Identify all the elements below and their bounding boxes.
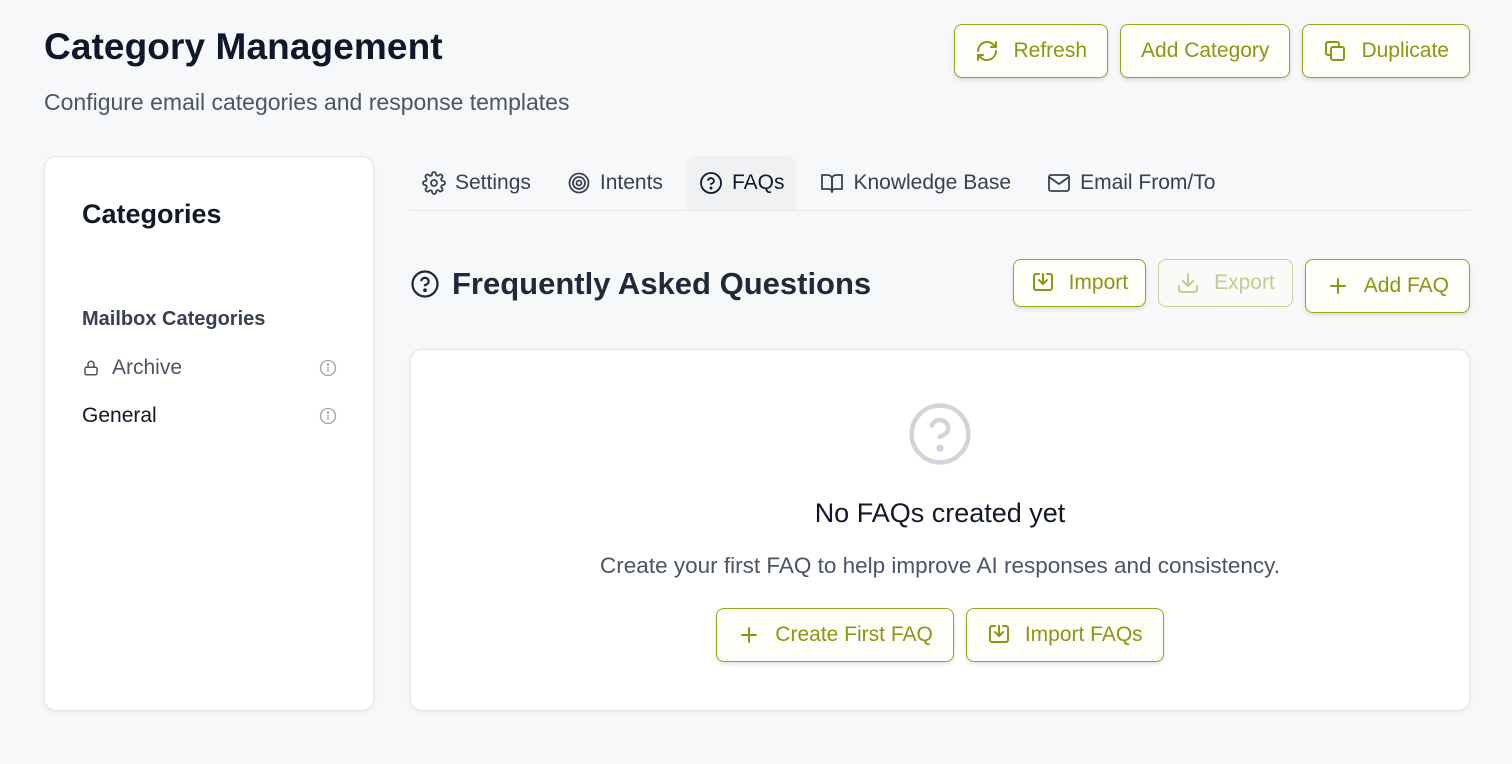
import-label: Import (1068, 271, 1129, 294)
tab-bar: Settings Intents FAQs Knowledge Base Ema… (410, 156, 1470, 211)
tab-label: Settings (455, 171, 531, 194)
add-category-label: Add Category (1141, 39, 1270, 62)
tab-faqs[interactable]: FAQs (686, 156, 797, 210)
duplicate-label: Duplicate (1361, 39, 1449, 62)
info-icon[interactable] (318, 358, 338, 378)
empty-state-title: No FAQs created yet (814, 498, 1066, 528)
plus-icon (741, 627, 758, 643)
import-icon (988, 625, 1009, 643)
create-first-faq-button[interactable]: Create First FAQ (716, 608, 954, 662)
sidebar-item-label: Archive (112, 356, 183, 379)
mailbox-categories-heading: Mailbox Categories (82, 308, 266, 330)
plus-icon (1329, 278, 1346, 294)
export-label: Export (1214, 271, 1275, 294)
lock-icon (84, 360, 98, 376)
sidebar-item-left: Archive (82, 356, 182, 380)
tab-knowledge-base[interactable]: Knowledge Base (808, 156, 1023, 210)
question-circle-icon (700, 172, 722, 194)
faq-actions: Import Export Add FAQ (1012, 259, 1470, 313)
refresh-icon (977, 41, 998, 61)
create-first-faq-label: Create First FAQ (775, 623, 933, 646)
export-button[interactable]: Export (1158, 259, 1293, 307)
info-icon[interactable] (318, 406, 338, 426)
tab-label: Intents (599, 171, 663, 194)
faq-section-title: Frequently Asked Questions (452, 266, 872, 301)
refresh-button[interactable]: Refresh (954, 24, 1109, 78)
question-circle-icon (909, 403, 971, 465)
add-faq-label: Add FAQ (1363, 274, 1449, 297)
refresh-label: Refresh (1013, 39, 1088, 62)
sidebar-item-label: General (82, 404, 157, 427)
faq-section-header: Frequently Asked Questions (410, 266, 871, 302)
add-faq-button[interactable]: Add FAQ (1304, 259, 1470, 313)
page-title: Category Management (44, 26, 443, 67)
faq-empty-state: No FAQs created yet Create your first FA… (410, 349, 1470, 711)
sidebar-item-general[interactable]: General (82, 400, 338, 432)
empty-state-actions: Create First FAQ Import FAQs (411, 608, 1469, 662)
download-icon (1178, 273, 1199, 293)
gear-icon (422, 171, 446, 195)
import-button[interactable]: Import (1012, 259, 1147, 307)
sidebar-item-left: General (82, 404, 157, 428)
header-actions: Refresh Add Category Duplicate (954, 24, 1470, 78)
tab-label: Email From/To (1080, 171, 1216, 194)
book-icon (821, 174, 844, 193)
mail-icon (1048, 174, 1070, 192)
target-icon (568, 172, 590, 194)
import-faqs-button[interactable]: Import FAQs (965, 608, 1164, 662)
tab-label: Knowledge Base (853, 171, 1012, 194)
question-circle-icon (411, 270, 439, 298)
tab-email-from-to[interactable]: Email From/To (1035, 156, 1227, 210)
add-category-button[interactable]: Add Category (1120, 24, 1291, 78)
category-management-page: Category Management Configure email cate… (0, 0, 1512, 764)
import-icon (1032, 273, 1053, 291)
tab-settings[interactable]: Settings (410, 156, 543, 210)
sidebar-item-archive[interactable]: Archive (82, 352, 338, 384)
tab-intents[interactable]: Intents (555, 156, 675, 210)
import-faqs-label: Import FAQs (1024, 623, 1143, 646)
duplicate-button[interactable]: Duplicate (1302, 24, 1470, 78)
copy-icon (1325, 41, 1346, 61)
categories-sidebar: Categories Mailbox Categories Archive Ge… (44, 156, 374, 711)
tab-label: FAQs (731, 171, 785, 194)
page-subtitle: Configure email categories and response … (44, 89, 570, 115)
empty-state-description: Create your first FAQ to help improve AI… (600, 553, 1280, 578)
sidebar-title: Categories (82, 199, 222, 229)
